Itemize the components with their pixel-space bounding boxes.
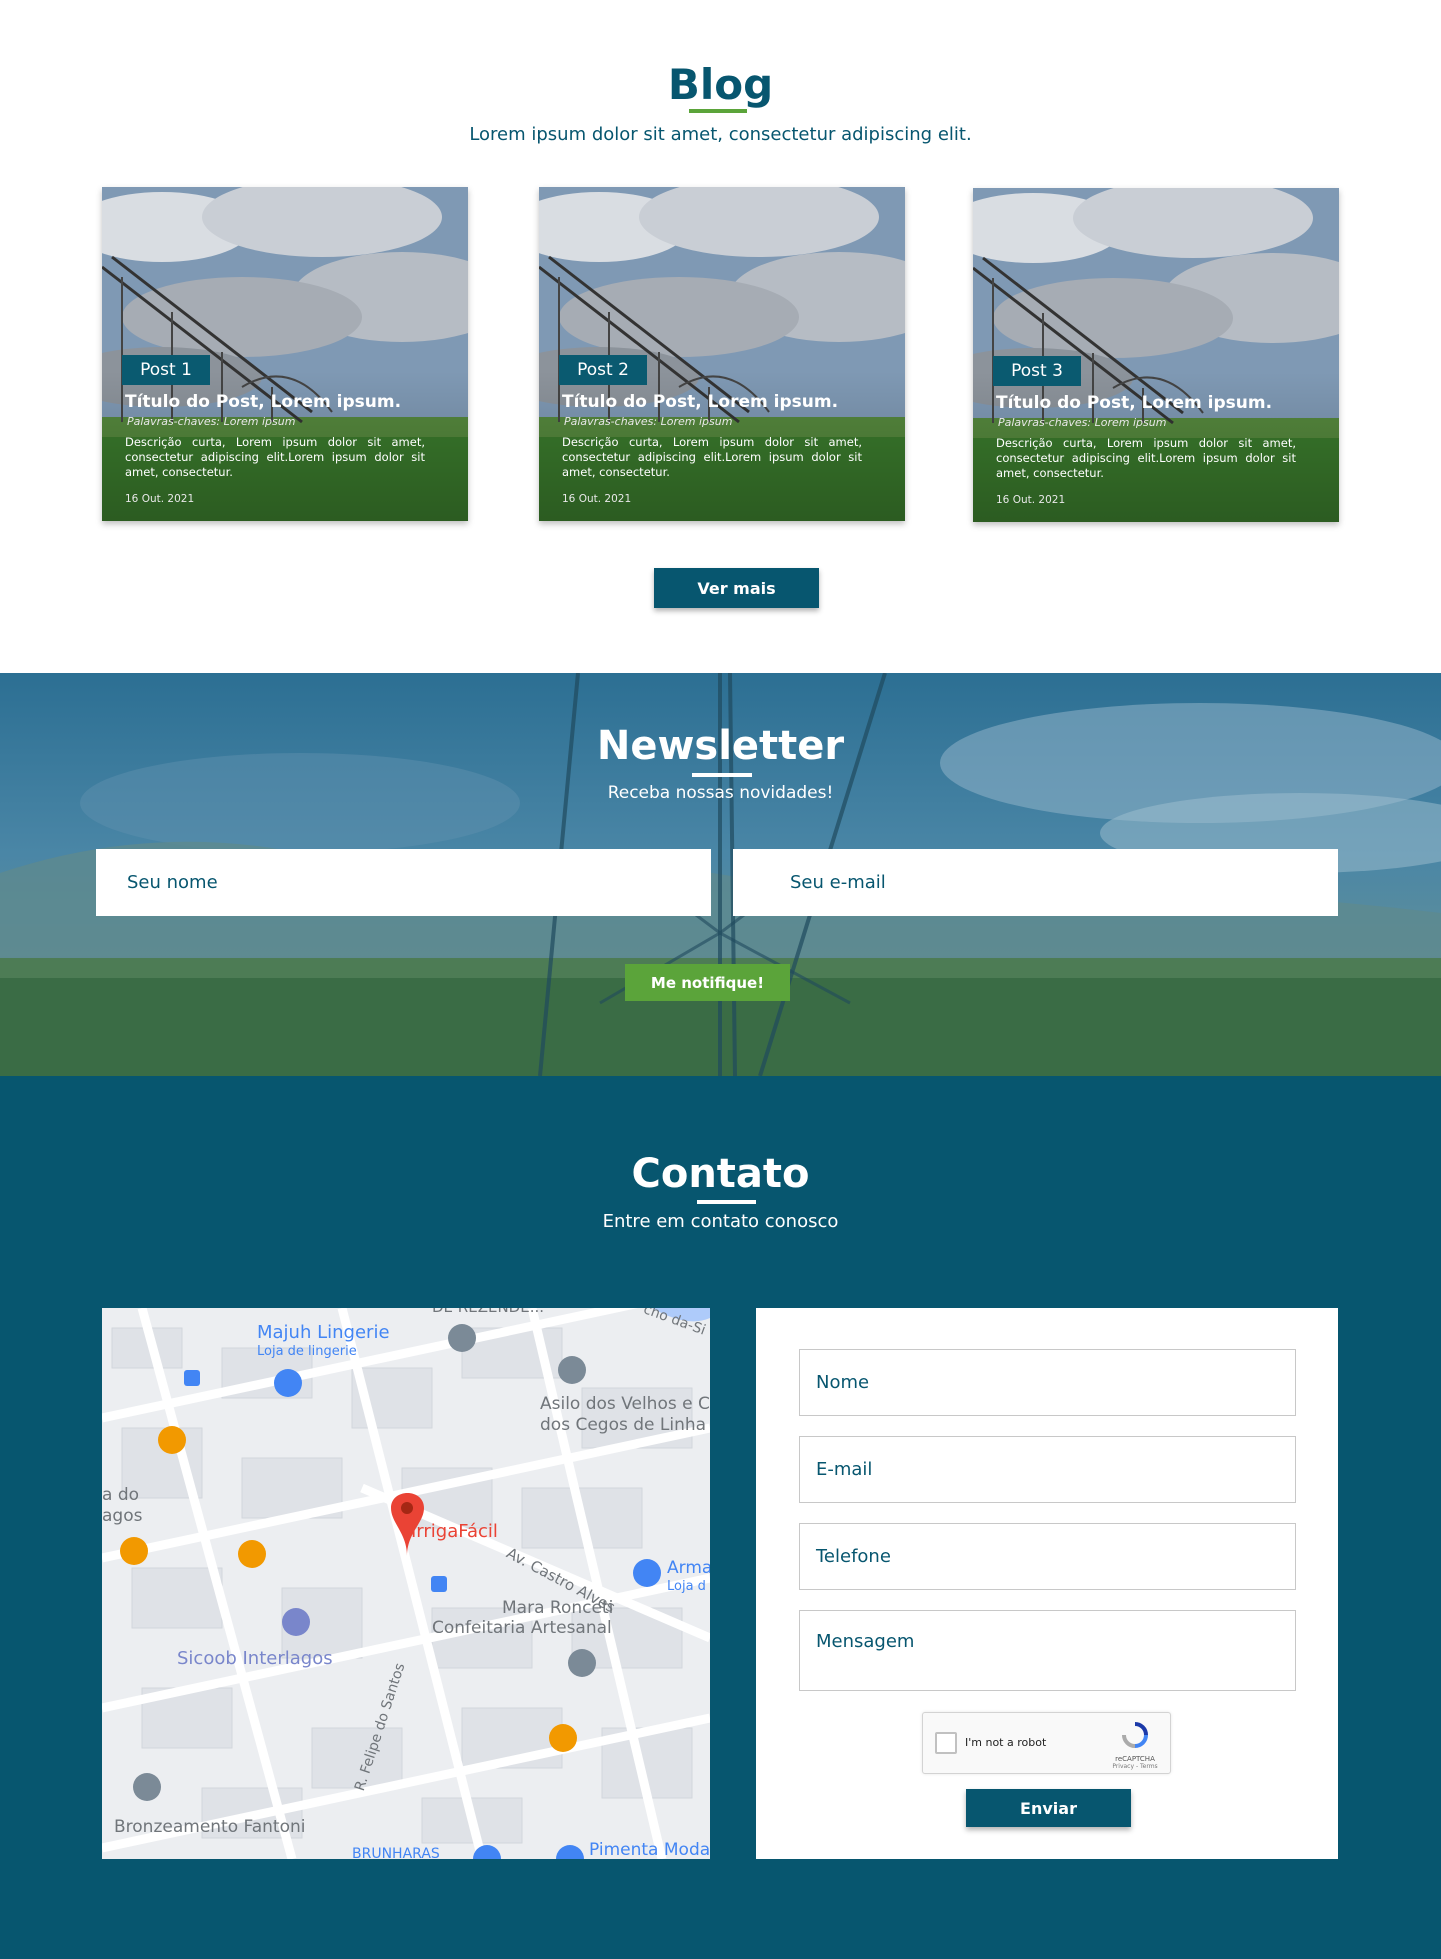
post-description: Descrição curta, Lorem ipsum dolor sit a…	[996, 436, 1296, 480]
post-date: 16 Out. 2021	[125, 493, 195, 505]
map-label-arma: Arma	[667, 1558, 710, 1578]
newsletter-name-input[interactable]: Seu nome	[96, 849, 711, 916]
recaptcha-brand: reCAPTCHA	[1115, 1755, 1155, 1763]
map-label-ado: a do	[102, 1485, 140, 1505]
contato-title-underline	[697, 1200, 756, 1204]
ver-mais-button[interactable]: Ver mais	[654, 568, 819, 608]
email-field[interactable]: E-mail	[799, 1436, 1296, 1503]
post-description: Descrição curta, Lorem ipsum dolor sit a…	[125, 435, 425, 479]
phone-field[interactable]: Telefone	[799, 1523, 1296, 1590]
newsletter-section: Newsletter Receba nossas novidades! Seu …	[0, 673, 1441, 1076]
map-label-bronze: Bronzeamento Fantoni	[114, 1817, 306, 1837]
post-keywords: Palavras-chaves: Lorem ipsum	[127, 415, 296, 428]
post-date: 16 Out. 2021	[996, 494, 1066, 506]
blog-subtitle: Lorem ipsum dolor sit amet, consectetur …	[469, 124, 972, 145]
map-label-agos: agos	[102, 1506, 143, 1526]
notify-button[interactable]: Me notifique!	[625, 964, 790, 1001]
post-title[interactable]: Título do Post, Lorem ipsum.	[996, 393, 1272, 413]
blog-title: Blog	[667, 60, 774, 109]
post-title[interactable]: Título do Post, Lorem ipsum.	[562, 392, 838, 412]
map-label-majuh-sub: Loja de lingerie	[257, 1344, 357, 1359]
newsletter-email-input[interactable]: Seu e-mail	[733, 849, 1338, 916]
map-label-asilo-2: dos Cegos de Linha	[540, 1415, 707, 1435]
blog-card-3[interactable]: Post 3 Título do Post, Lorem ipsum. Pala…	[973, 188, 1339, 522]
map-label-arma-sub: Loja d	[667, 1579, 706, 1594]
post-keywords: Palavras-chaves: Lorem ipsum	[564, 415, 733, 428]
post-title[interactable]: Título do Post, Lorem ipsum.	[125, 392, 401, 412]
blog-card-2[interactable]: Post 2 Título do Post, Lorem ipsum. Pala…	[539, 187, 905, 521]
send-button[interactable]: Enviar	[966, 1789, 1131, 1827]
post-tag: Post 3	[993, 356, 1081, 386]
post-date: 16 Out. 2021	[562, 493, 632, 505]
blog-card-1[interactable]: Post 1 Título do Post, Lorem ipsum. Pala…	[102, 187, 468, 521]
post-keywords: Palavras-chaves: Lorem ipsum	[998, 416, 1167, 429]
newsletter-title: Newsletter	[596, 723, 845, 769]
map-label-majuh: Majuh Lingerie	[257, 1322, 390, 1343]
recaptcha-logo-icon	[1122, 1722, 1148, 1748]
recaptcha-widget: I'm not a robot reCAPTCHA Privacy - Term…	[922, 1712, 1171, 1774]
blog-section: Blog Lorem ipsum dolor sit amet, consect…	[0, 0, 1441, 673]
map-label-asilo-1: Asilo dos Velhos e C	[540, 1394, 710, 1414]
map-label-mara-1: Mara Ronceti	[502, 1598, 614, 1618]
recaptcha-checkbox[interactable]	[935, 1732, 957, 1754]
contato-subtitle: Entre em contato conosco	[602, 1211, 839, 1232]
contato-section: Contato Entre em contato conosco Majuh L…	[0, 1076, 1441, 1959]
blog-title-underline	[689, 109, 747, 113]
map-label-brunharas: BRUNHARAS	[352, 1846, 440, 1859]
recaptcha-terms[interactable]: Privacy - Terms	[1110, 1763, 1160, 1770]
map-label-mara-2: Confeitaria Artesanal	[432, 1618, 612, 1638]
contato-title: Contato	[631, 1151, 810, 1197]
location-map[interactable]: Majuh Lingerie Loja de lingerie DE REZEN…	[102, 1308, 710, 1859]
newsletter-subtitle: Receba nossas novidades!	[607, 783, 834, 803]
message-field[interactable]: Mensagem	[799, 1610, 1296, 1691]
map-label-sicoob: Sicoob Interlagos	[177, 1648, 333, 1669]
recaptcha-label: I'm not a robot	[965, 1736, 1047, 1749]
map-label-irrigafacil[interactable]: IrrigaFácil	[411, 1521, 498, 1542]
map-label-top: DE REZENDE...	[432, 1308, 544, 1316]
map-label-pimenta: Pimenta Moda	[589, 1840, 710, 1859]
post-tag: Post 1	[122, 355, 210, 385]
newsletter-title-underline	[692, 773, 752, 777]
post-description: Descrição curta, Lorem ipsum dolor sit a…	[562, 435, 862, 479]
post-tag: Post 2	[559, 355, 647, 385]
name-field[interactable]: Nome	[799, 1349, 1296, 1416]
contact-form: Nome E-mail Telefone Mensagem I'm not a …	[756, 1308, 1338, 1859]
